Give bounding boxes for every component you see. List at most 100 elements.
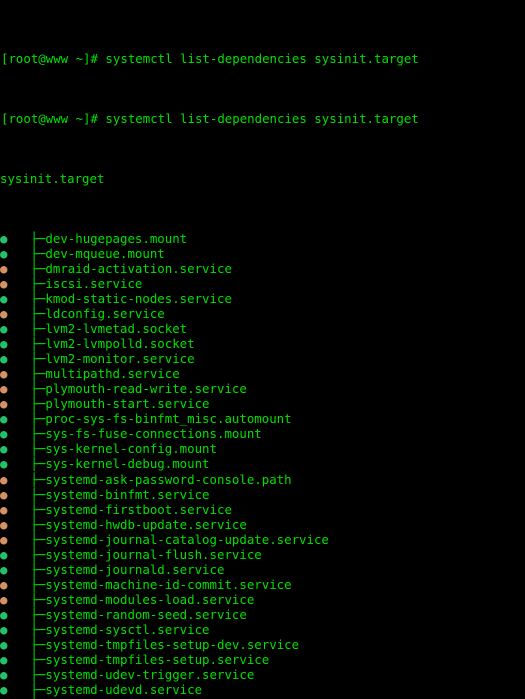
status-bullet-inactive: ● xyxy=(0,531,8,547)
tree-branch-glyph: ├─ xyxy=(30,336,46,352)
dependency-row: ● ├─systemd-machine-id-commit.service xyxy=(0,577,525,592)
unit-name: dmraid-activation.service xyxy=(45,261,232,277)
tree-branch-glyph: ├─ xyxy=(30,606,46,622)
status-bullet-active: ● xyxy=(0,351,8,367)
row-gutter xyxy=(8,532,30,547)
row-gutter xyxy=(8,682,30,697)
tree-branch-glyph: ├─ xyxy=(30,366,46,382)
status-bullet-active: ● xyxy=(0,546,8,562)
command-prompt-line: [root@www ~]# systemctl list-dependencie… xyxy=(1,111,419,127)
row-gutter xyxy=(8,502,30,517)
unit-name: systemd-firstboot.service xyxy=(45,501,232,517)
status-bullet-active: ● xyxy=(0,246,8,262)
tree-branch-glyph: ├─ xyxy=(30,666,46,682)
row-gutter xyxy=(8,547,30,562)
dependency-row: ● ├─dev-mqueue.mount xyxy=(0,246,525,261)
unit-name: dev-hugepages.mount xyxy=(45,231,188,247)
row-gutter xyxy=(8,472,30,487)
unit-name: multipathd.service xyxy=(45,366,180,382)
status-bullet-active: ● xyxy=(0,561,8,577)
dependency-row: ● ├─proc-sys-fs-binfmt_misc.automount xyxy=(0,411,525,426)
status-bullet-inactive: ● xyxy=(0,471,8,487)
dependency-row: ● ├─systemd-firstboot.service xyxy=(0,502,525,517)
row-gutter xyxy=(8,396,30,411)
dependency-row: ● ├─systemd-random-seed.service xyxy=(0,607,525,622)
row-gutter xyxy=(8,366,30,381)
unit-name: systemd-machine-id-commit.service xyxy=(45,576,292,592)
dependency-row: ● ├─kmod-static-nodes.service xyxy=(0,291,525,306)
row-gutter xyxy=(8,291,30,306)
dependency-row: ● ├─systemd-journal-flush.service xyxy=(0,547,525,562)
row-gutter xyxy=(8,517,30,532)
tree-branch-glyph: ├─ xyxy=(30,471,46,487)
unit-name: systemd-tmpfiles-setup.service xyxy=(45,651,270,667)
dependency-row: ● ├─systemd-journal-catalog-update.servi… xyxy=(0,532,525,547)
row-gutter xyxy=(8,321,30,336)
dependency-row: ● ├─dmraid-activation.service xyxy=(0,261,525,276)
unit-name: systemd-udevd.service xyxy=(45,681,203,697)
tree-branch-glyph: ├─ xyxy=(30,591,46,607)
unit-name: kmod-static-nodes.service xyxy=(45,291,232,307)
row-gutter xyxy=(8,637,30,652)
unit-name: systemd-journal-flush.service xyxy=(45,546,262,562)
dependency-row: ● ├─plymouth-start.service xyxy=(0,396,525,411)
unit-name: systemd-udev-trigger.service xyxy=(45,666,255,682)
row-gutter xyxy=(8,487,30,502)
unit-name: plymouth-read-write.service xyxy=(45,381,247,397)
unit-name: systemd-journald.service xyxy=(45,561,225,577)
row-gutter xyxy=(8,411,30,426)
tree-branch-glyph: ├─ xyxy=(30,441,46,457)
dependency-row: ● ├─lvm2-lvmetad.socket xyxy=(0,321,525,336)
unit-name: systemd-modules-load.service xyxy=(45,591,255,607)
unit-name: systemd-sysctl.service xyxy=(45,621,210,637)
unit-name: systemd-hwdb-update.service xyxy=(45,516,247,532)
dependency-row: ● ├─systemd-journald.service xyxy=(0,562,525,577)
row-gutter xyxy=(8,577,30,592)
tree-branch-glyph: ├─ xyxy=(30,231,46,247)
status-bullet-active: ● xyxy=(0,456,8,472)
tree-branch-glyph: ├─ xyxy=(30,456,46,472)
dependency-row: ● ├─sys-fs-fuse-connections.mount xyxy=(0,426,525,441)
row-gutter xyxy=(8,381,30,396)
row-gutter xyxy=(8,652,30,667)
dependency-row: ● ├─systemd-modules-load.service xyxy=(0,592,525,607)
tree-branch-glyph: ├─ xyxy=(30,501,46,517)
row-gutter xyxy=(8,607,30,622)
unit-name: lvm2-monitor.service xyxy=(45,351,195,367)
status-bullet-inactive: ● xyxy=(0,501,8,517)
status-bullet-inactive: ● xyxy=(0,261,8,277)
unit-name: systemd-ask-password-console.path xyxy=(45,471,292,487)
tree-branch-glyph: ├─ xyxy=(30,561,46,577)
row-gutter xyxy=(8,276,30,291)
status-bullet-inactive: ● xyxy=(0,516,8,532)
tree-branch-glyph: ├─ xyxy=(30,396,46,412)
unit-name: sys-kernel-debug.mount xyxy=(45,456,210,472)
tree-branch-glyph: ├─ xyxy=(30,246,46,262)
tree-branch-glyph: ├─ xyxy=(30,291,46,307)
dependency-row: ● ├─systemd-hwdb-update.service xyxy=(0,517,525,532)
dependency-row: ● ├─lvm2-lvmpolld.socket xyxy=(0,336,525,351)
unit-name: ldconfig.service xyxy=(45,306,165,322)
row-gutter xyxy=(8,306,30,321)
status-bullet-inactive: ● xyxy=(0,591,8,607)
tree-branch-glyph: ├─ xyxy=(30,681,46,697)
status-bullet-active: ● xyxy=(0,681,8,697)
unit-name: plymouth-start.service xyxy=(45,396,210,412)
dependency-row: ● ├─iscsi.service xyxy=(0,276,525,291)
tree-branch-glyph: ├─ xyxy=(30,306,46,322)
status-bullet-active: ● xyxy=(0,606,8,622)
dependency-row: ● ├─sys-kernel-debug.mount xyxy=(0,456,525,471)
row-gutter xyxy=(8,246,30,261)
dependency-row: ● ├─systemd-udevd.service xyxy=(0,682,525,697)
unit-name: lvm2-lvmpolld.socket xyxy=(45,336,195,352)
status-bullet-active: ● xyxy=(0,441,8,457)
unit-name: systemd-journal-catalog-update.service xyxy=(45,531,329,547)
dependency-list: ● ├─dev-hugepages.mount ● ├─dev-mqueue.mo… xyxy=(0,231,525,699)
status-bullet-inactive: ● xyxy=(0,366,8,382)
terminal-window[interactable]: [root@www ~]# systemctl list-dependencie… xyxy=(0,0,525,699)
row-gutter xyxy=(8,336,30,351)
row-gutter xyxy=(8,261,30,276)
row-gutter xyxy=(8,441,30,456)
unit-name: dev-mqueue.mount xyxy=(45,246,165,262)
tree-branch-glyph: ├─ xyxy=(30,621,46,637)
